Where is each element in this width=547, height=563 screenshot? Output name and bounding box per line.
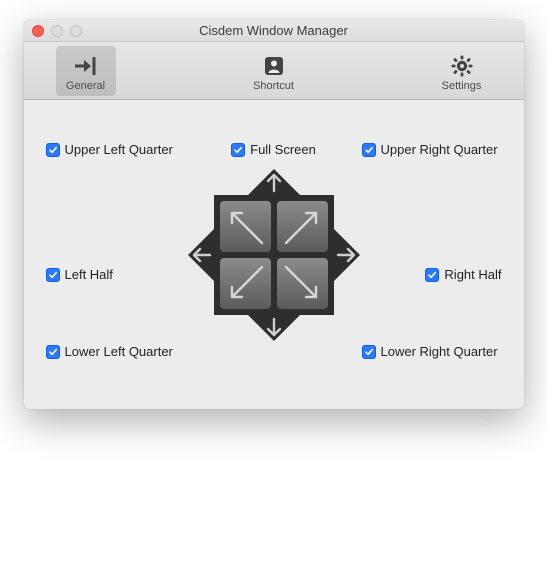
checkbox-lower-left-quarter[interactable]: Lower Left Quarter [46, 344, 186, 359]
check-icon [46, 268, 60, 282]
checkbox-upper-right-quarter[interactable]: Upper Right Quarter [362, 142, 502, 157]
checkbox-label: Upper Left Quarter [65, 142, 173, 157]
content-pane: Upper Left Quarter Full Screen Upper Rig… [24, 100, 524, 409]
check-icon [46, 143, 60, 157]
check-icon [362, 143, 376, 157]
tab-label: Settings [442, 80, 482, 92]
checkbox-upper-left-quarter[interactable]: Upper Left Quarter [46, 142, 186, 157]
checkbox-label: Full Screen [250, 142, 316, 157]
checkbox-full-screen[interactable]: Full Screen [231, 142, 316, 157]
tab-settings[interactable]: Settings [432, 46, 492, 96]
checkbox-label: Lower Right Quarter [381, 344, 498, 359]
general-icon [73, 53, 99, 79]
tab-shortcut[interactable]: Shortcut [244, 46, 304, 96]
zoom-icon[interactable] [70, 25, 82, 37]
traffic-lights [32, 25, 82, 37]
checkbox-label: Upper Right Quarter [381, 142, 498, 157]
tab-label: General [66, 80, 105, 92]
checkbox-label: Right Half [444, 267, 501, 282]
checkbox-right-half[interactable]: Right Half [425, 267, 501, 282]
check-icon [46, 345, 60, 359]
toolbar: General Shortcut [24, 42, 524, 100]
close-icon[interactable] [32, 25, 44, 37]
tab-general[interactable]: General [56, 46, 116, 96]
settings-icon [449, 53, 475, 79]
window-title: Cisdem Window Manager [199, 23, 348, 38]
checkbox-label: Lower Left Quarter [65, 344, 173, 359]
checkbox-label: Left Half [65, 267, 113, 282]
checkbox-lower-right-quarter[interactable]: Lower Right Quarter [362, 344, 502, 359]
tab-label: Shortcut [253, 80, 294, 92]
check-icon [425, 268, 439, 282]
minimize-icon[interactable] [51, 25, 63, 37]
layout-diagram [184, 165, 364, 345]
check-icon [362, 345, 376, 359]
check-icon [231, 143, 245, 157]
shortcut-icon [261, 53, 287, 79]
checkbox-left-half[interactable]: Left Half [46, 267, 186, 282]
titlebar: Cisdem Window Manager [24, 20, 524, 42]
preferences-window: Cisdem Window Manager General Shor [24, 20, 524, 409]
